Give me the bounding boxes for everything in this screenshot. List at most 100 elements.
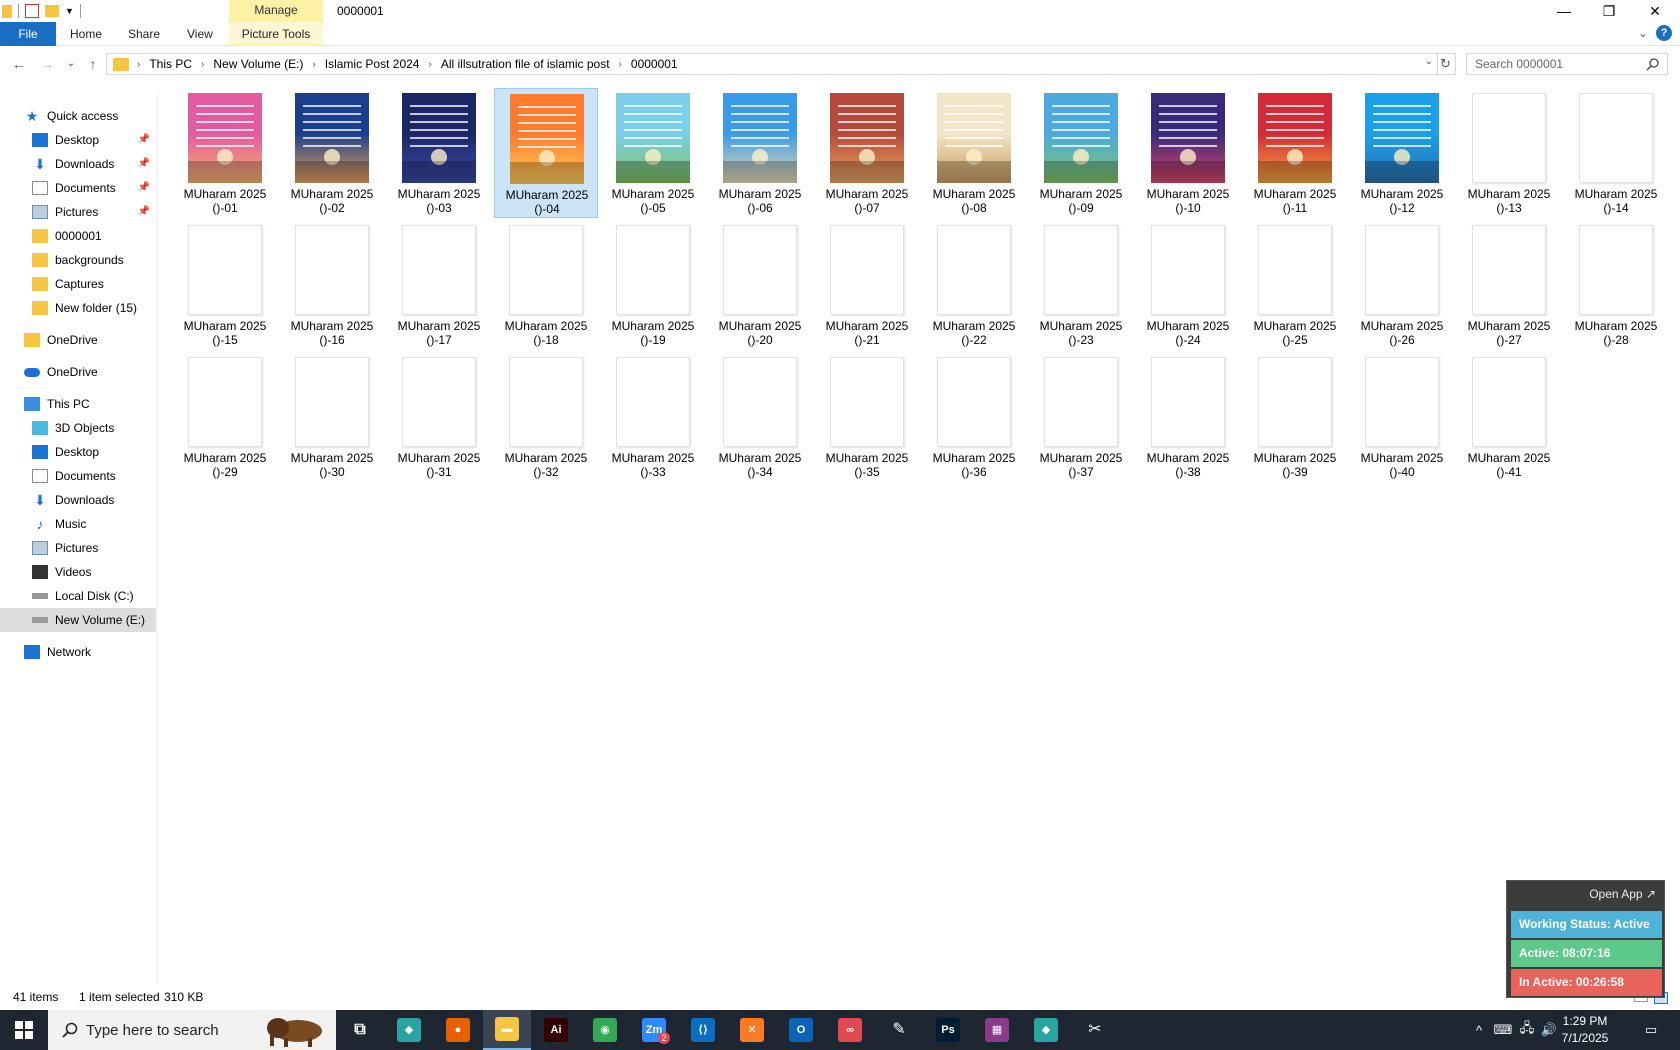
sidebar-item-new-volume-e[interactable]: New Volume (E:): [0, 608, 156, 632]
sidebar-item-desktop[interactable]: Desktop: [0, 440, 156, 464]
file-tile[interactable]: MUharam 2025 ()-03: [387, 88, 491, 218]
properties-icon[interactable]: [25, 4, 39, 18]
sidebar-item-desktop[interactable]: Desktop 📌: [0, 128, 156, 152]
sidebar-item-onedrive[interactable]: OneDrive: [0, 360, 156, 384]
sidebar-item-pictures[interactable]: Pictures: [0, 536, 156, 560]
taskbar-chrome-button[interactable]: ◉: [581, 1010, 629, 1050]
file-tile[interactable]: MUharam 2025 ()-35: [815, 352, 919, 482]
file-tile[interactable]: MUharam 2025 ()-09: [1029, 88, 1133, 218]
breadcrumb-illustration-folder[interactable]: All illsutration file of islamic post: [441, 57, 610, 71]
chevron-right-icon[interactable]: ›: [312, 59, 315, 70]
file-tile[interactable]: MUharam 2025 ()-28: [1564, 220, 1668, 350]
file-tile[interactable]: MUharam 2025 ()-13: [1457, 88, 1561, 218]
sidebar-item-videos[interactable]: Videos: [0, 560, 156, 584]
back-button[interactable]: ←: [9, 54, 29, 74]
notifications-icon[interactable]: ▭: [1634, 1010, 1668, 1050]
restore-button[interactable]: ❐: [1586, 0, 1632, 22]
sidebar-item-music[interactable]: ♪ Music: [0, 512, 156, 536]
taskbar-illustrator-button[interactable]: Ai: [532, 1010, 580, 1050]
tab-picture-tools[interactable]: Picture Tools: [229, 22, 323, 46]
taskbar-photoshop-button[interactable]: Ps: [924, 1010, 972, 1050]
taskbar-file-explorer-button[interactable]: ▬: [483, 1010, 531, 1050]
chevron-right-icon[interactable]: ›: [137, 59, 140, 70]
taskbar-app-button[interactable]: ◆: [385, 1010, 433, 1050]
sidebar-item-0000001[interactable]: 0000001: [0, 224, 156, 248]
address-bar[interactable]: › This PC › New Volume (E:) › Islamic Po…: [106, 53, 1438, 75]
pin-icon[interactable]: 📌: [138, 206, 150, 217]
file-tile[interactable]: MUharam 2025 ()-36: [922, 352, 1026, 482]
file-tile[interactable]: MUharam 2025 ()-22: [922, 220, 1026, 350]
file-tile[interactable]: MUharam 2025 ()-04: [494, 88, 598, 218]
file-tile[interactable]: MUharam 2025 ()-23: [1029, 220, 1133, 350]
show-hidden-icons-button[interactable]: ^: [1468, 1010, 1490, 1050]
network-icon[interactable]: 🖧: [1516, 1010, 1538, 1050]
file-tile[interactable]: MUharam 2025 ()-31: [387, 352, 491, 482]
breadcrumb-new-volume[interactable]: New Volume (E:): [213, 57, 303, 71]
file-tile[interactable]: MUharam 2025 ()-16: [280, 220, 384, 350]
chevron-right-icon[interactable]: ›: [201, 59, 204, 70]
sidebar-item-backgrounds[interactable]: backgrounds: [0, 248, 156, 272]
taskbar-app-2-button[interactable]: ◆: [1022, 1010, 1070, 1050]
file-tile[interactable]: MUharam 2025 ()-27: [1457, 220, 1561, 350]
sidebar-item-new-folder-15[interactable]: New folder (15): [0, 296, 156, 320]
tab-file[interactable]: File: [0, 22, 56, 46]
forward-button[interactable]: →: [37, 54, 57, 74]
sidebar-item-downloads[interactable]: ⬇ Downloads: [0, 488, 156, 512]
sidebar-item-local-disk-c[interactable]: Local Disk (C:): [0, 584, 156, 608]
file-tile[interactable]: MUharam 2025 ()-21: [815, 220, 919, 350]
sidebar-item-3d-objects[interactable]: 3D Objects: [0, 416, 156, 440]
search-input[interactable]: [1466, 53, 1668, 75]
sidebar-item-documents[interactable]: Documents: [0, 464, 156, 488]
start-button[interactable]: [0, 1010, 48, 1050]
file-tile[interactable]: MUharam 2025 ()-39: [1243, 352, 1347, 482]
taskbar-snipping-button[interactable]: ✂: [1071, 1010, 1119, 1050]
breadcrumb-islamic-post[interactable]: Islamic Post 2024: [325, 57, 420, 71]
refresh-button[interactable]: ↻: [1436, 53, 1456, 75]
file-tile[interactable]: MUharam 2025 ()-26: [1350, 220, 1454, 350]
taskbar-xampp-button[interactable]: ✕: [728, 1010, 776, 1050]
up-button[interactable]: ↑: [83, 54, 103, 74]
chevron-right-icon[interactable]: ›: [619, 59, 622, 70]
folder-icon[interactable]: [2, 4, 12, 18]
sidebar-item-downloads[interactable]: ⬇ Downloads 📌: [0, 152, 156, 176]
file-tile[interactable]: MUharam 2025 ()-18: [494, 220, 598, 350]
file-tile[interactable]: MUharam 2025 ()-24: [1136, 220, 1240, 350]
file-tile[interactable]: MUharam 2025 ()-05: [601, 88, 705, 218]
taskbar-outlook-button[interactable]: O: [777, 1010, 825, 1050]
file-tile[interactable]: MUharam 2025 ()-41: [1457, 352, 1561, 482]
taskbar-pen-tool-button[interactable]: ✎: [875, 1010, 923, 1050]
file-tile[interactable]: MUharam 2025 ()-33: [601, 352, 705, 482]
customize-qat-icon[interactable]: ▼: [65, 6, 74, 16]
file-tile[interactable]: MUharam 2025 ()-32: [494, 352, 598, 482]
file-tile[interactable]: MUharam 2025 ()-20: [708, 220, 812, 350]
close-button[interactable]: ✕: [1632, 0, 1678, 22]
file-tile[interactable]: MUharam 2025 ()-29: [173, 352, 277, 482]
open-app-button[interactable]: Open App ↗: [1589, 887, 1656, 901]
meet-now-icon[interactable]: ⌨: [1492, 1010, 1514, 1050]
taskbar-creative-cloud-button[interactable]: ∞: [826, 1010, 874, 1050]
taskbar-search[interactable]: Type here to search: [48, 1010, 336, 1050]
new-folder-icon[interactable]: [45, 5, 59, 17]
recent-locations-button[interactable]: ⌄: [61, 54, 81, 74]
breadcrumb-current[interactable]: 0000001: [631, 57, 678, 71]
taskbar-zoom-button[interactable]: Zm 2: [630, 1010, 678, 1050]
minimize-button[interactable]: —: [1541, 0, 1587, 22]
file-tile[interactable]: MUharam 2025 ()-38: [1136, 352, 1240, 482]
file-tile[interactable]: MUharam 2025 ()-11: [1243, 88, 1347, 218]
file-tile[interactable]: MUharam 2025 ()-19: [601, 220, 705, 350]
taskbar-vscode-button[interactable]: ⟨⟩: [679, 1010, 727, 1050]
sidebar-item-quick-access[interactable]: ★ Quick access: [0, 104, 156, 128]
system-clock[interactable]: 1:29 PM 7/1/2025: [1550, 1013, 1620, 1047]
tab-share[interactable]: Share: [116, 22, 172, 46]
file-tile[interactable]: MUharam 2025 ()-12: [1350, 88, 1454, 218]
sidebar-item-network[interactable]: Network: [0, 640, 156, 664]
taskbar-winrar-button[interactable]: ▦: [973, 1010, 1021, 1050]
tab-home[interactable]: Home: [58, 22, 114, 46]
file-tile[interactable]: MUharam 2025 ()-10: [1136, 88, 1240, 218]
file-tile[interactable]: MUharam 2025 ()-34: [708, 352, 812, 482]
pin-icon[interactable]: 📌: [138, 134, 150, 145]
file-tile[interactable]: MUharam 2025 ()-25: [1243, 220, 1347, 350]
sidebar-item-this-pc[interactable]: This PC: [0, 392, 156, 416]
file-tile[interactable]: MUharam 2025 ()-08: [922, 88, 1026, 218]
help-icon[interactable]: ?: [1656, 25, 1672, 41]
